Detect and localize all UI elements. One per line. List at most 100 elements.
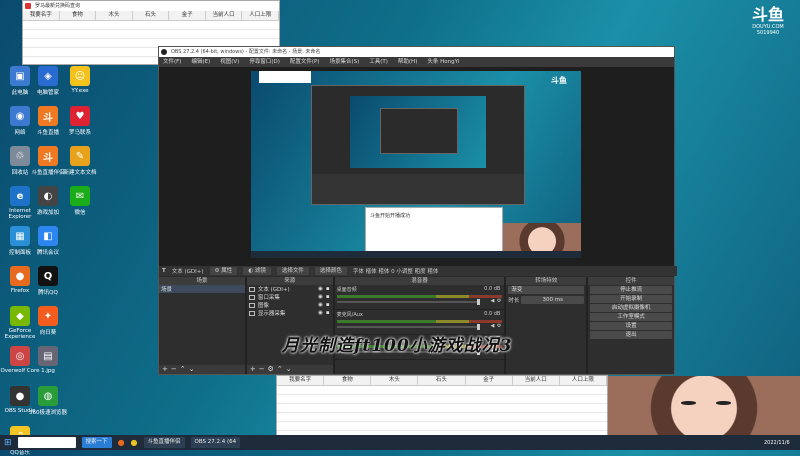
top-table-titlebar[interactable]: 罗马最新兑换码查询	[23, 1, 279, 11]
control-button[interactable]: 退出	[590, 331, 672, 339]
duration-label: 时长	[508, 298, 520, 304]
control-button[interactable]: 设置	[590, 322, 672, 330]
filters-label: 滤镜	[254, 268, 266, 274]
menu-item[interactable]: 停靠窗口(D)	[249, 57, 280, 67]
column-header[interactable]: 我要名字	[277, 376, 325, 385]
column-header[interactable]: 石头	[133, 11, 170, 20]
column-header[interactable]: 我要名字	[23, 11, 60, 20]
lock-icon[interactable]: ▪	[326, 286, 330, 292]
source-name: 文本 (GDI+)	[257, 287, 290, 293]
nested-preview	[350, 96, 486, 168]
desktop-icon[interactable]: Q 腾讯QQ	[28, 266, 68, 296]
scenes-toolbar[interactable]: +−⌃⌄	[159, 365, 245, 374]
scene-item[interactable]: 场景	[159, 285, 245, 293]
column-header[interactable]: 金子	[169, 11, 206, 20]
control-button[interactable]: 工作室模式	[590, 313, 672, 321]
menu-item[interactable]: 帮助(H)	[398, 57, 417, 67]
transition-select[interactable]: 渐变	[508, 286, 585, 294]
menu-item[interactable]: 配置文件(P)	[290, 57, 320, 67]
desktop-icon[interactable]: ✦ 向日葵	[28, 306, 68, 336]
speaker-icon[interactable]: ◀	[490, 323, 494, 329]
eye-icon[interactable]: ◉	[318, 302, 323, 308]
column-header[interactable]: 食物	[60, 11, 97, 20]
column-header[interactable]: 石头	[418, 376, 466, 385]
menu-item[interactable]: 头条 HongYi	[427, 57, 459, 67]
control-button[interactable]: 启动虚拟摄像机	[590, 304, 672, 312]
sources-toolbar[interactable]: +−⚙⌃⌄	[246, 365, 333, 374]
source-type-icon	[248, 310, 255, 316]
control-button[interactable]: 停止推流	[590, 286, 672, 294]
gear-icon[interactable]: ⚙	[497, 298, 501, 304]
nested-obs-window	[311, 85, 525, 205]
column-header[interactable]: 食物	[324, 376, 372, 385]
clock-date: 2022/11/6	[764, 440, 790, 446]
taskbar-search-button[interactable]: 搜索一下	[81, 437, 112, 448]
column-header[interactable]: 当前人口	[513, 376, 560, 385]
desktop-icon[interactable]: ☺ YY.exe	[60, 66, 100, 94]
channel-name: 麦克风/Aux	[336, 312, 363, 318]
desktop-icon-label: 1.jpg	[41, 368, 55, 374]
sources-dock: 来源 文本 (GDI+) ◉ ▪ 窗口采集 ◉ ▪ 图像 ◉ ▪ 显示器采集 ◉ ▪ +−⚙⌃⌄	[246, 277, 333, 374]
eye-icon[interactable]: ◉	[318, 294, 323, 300]
column-header[interactable]: 木头	[371, 376, 419, 385]
filters-button[interactable]: ◐ 滤镜	[243, 267, 271, 275]
column-header[interactable]: 人口上限	[560, 376, 607, 385]
desktop-icon-image: e	[10, 186, 30, 206]
top-table-header: 我要名字 食物 木头 石头 金子 当前人口 人口上限	[23, 11, 280, 21]
taskbar-item-obs[interactable]: OBS 27.2.4 (64	[190, 437, 241, 448]
transitions-dock: 转场特效 渐变 时长 300 ms	[506, 277, 587, 374]
menu-item[interactable]: 视图(V)	[220, 57, 239, 67]
firefox-taskbar-icon[interactable]: ●	[118, 438, 125, 447]
duration-input[interactable]: 300 ms	[521, 296, 585, 304]
volume-slider[interactable]	[336, 324, 481, 330]
obs-titlebar[interactable]: OBS 27.2.4 (64-bit, windows) - 配置文件: 未命名…	[159, 47, 674, 57]
control-button[interactable]: 开始录制	[590, 295, 672, 303]
source-item[interactable]: 文本 (GDI+) ◉ ▪	[247, 285, 333, 293]
menu-item[interactable]: 场景集合(S)	[329, 57, 359, 67]
speaker-icon[interactable]: ◀	[490, 298, 494, 304]
slider-handle[interactable]	[477, 324, 481, 330]
source-item[interactable]: 窗口采集 ◉ ▪	[247, 293, 333, 301]
gear-icon[interactable]: ⚙	[497, 323, 501, 329]
desktop-icon[interactable]: ◍ 360极速浏览器	[28, 386, 68, 416]
column-header[interactable]: 当前人口	[206, 11, 243, 20]
menu-item[interactable]: 工具(T)	[369, 57, 388, 67]
taskbar-item-douyu[interactable]: 斗鱼直播伴侣	[143, 437, 185, 448]
properties-button[interactable]: ⚙ 属性	[209, 267, 238, 275]
nested-popup: 斗鱼开始开播成功	[365, 207, 503, 257]
column-header[interactable]: 木头	[96, 11, 133, 20]
source-item[interactable]: 图像 ◉ ▪	[247, 301, 333, 309]
source-name: 窗口采集	[257, 295, 280, 301]
desktop-icon[interactable]: ◧ 腾讯会议	[28, 226, 68, 256]
menu-item[interactable]: 文件(F)	[163, 57, 181, 67]
lock-icon[interactable]: ▪	[326, 310, 330, 316]
webcam-eye-left	[680, 400, 697, 405]
select-color-button[interactable]: 选择颜色	[314, 267, 347, 275]
mixer-title: 混音器	[334, 277, 505, 285]
desktop-icon-image: ✉	[70, 186, 90, 206]
lock-icon[interactable]: ▪	[326, 302, 330, 308]
volume-slider[interactable]	[336, 299, 481, 305]
source-item[interactable]: 显示器采集 ◉ ▪	[247, 309, 333, 317]
lock-icon[interactable]: ▪	[326, 294, 330, 300]
desktop-icon[interactable]: ✎ 新建文本文档	[60, 146, 100, 176]
menu-item[interactable]: 编辑(E)	[191, 57, 210, 67]
eye-icon[interactable]: ◉	[318, 286, 323, 292]
obs-preview[interactable]: 斗鱼开始开播成功 斗鱼	[159, 67, 674, 267]
desktop-icon-label: 微信	[74, 210, 86, 216]
desktop-icon[interactable]: ▤ 1.jpg	[28, 346, 68, 374]
desktop-icon-image: ◉	[10, 106, 30, 126]
column-header[interactable]: 人口上限	[242, 11, 280, 20]
eye-icon[interactable]: ◉	[318, 310, 323, 316]
desktop-icon[interactable]: ✉ 微信	[60, 186, 100, 216]
desktop-icon-image: 斗	[38, 146, 58, 166]
controls-dock: 控件 停止推流 开始录制 启动虚拟摄像机 工作室模式 设置 退出	[588, 277, 674, 374]
desktop-icon[interactable]: ♥ 罗马联系	[60, 106, 100, 136]
select-file-button[interactable]: 选择文件	[276, 267, 309, 275]
slider-handle[interactable]	[477, 299, 481, 305]
chrome-taskbar-icon[interactable]: ●	[131, 438, 138, 447]
taskbar-search[interactable]	[17, 437, 76, 448]
start-button[interactable]: ⊞	[4, 438, 12, 448]
column-header[interactable]: 金子	[466, 376, 513, 385]
mixer-dock: 混音器 桌面音频 0.0 dB ◀ ⚙ 麦克风/Aux 0.0 dB ◀ ⚙ 桌面音频 2 0.0…	[334, 277, 505, 374]
